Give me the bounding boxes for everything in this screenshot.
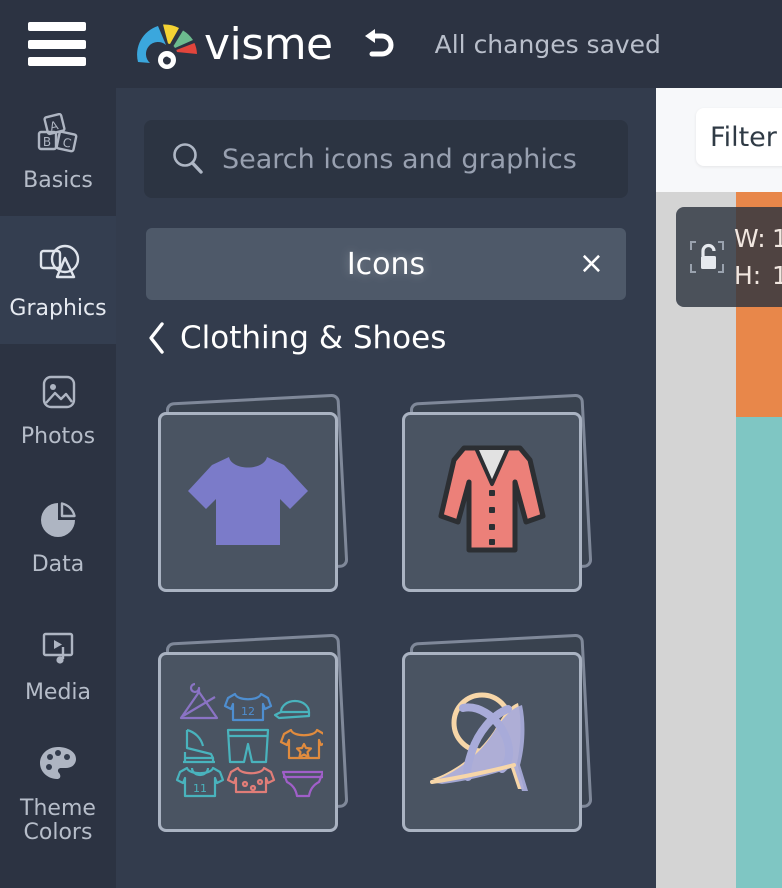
card-front-sheet: [158, 412, 338, 592]
image-icon: [33, 367, 83, 417]
top-bar: visme All changes saved: [0, 0, 782, 88]
graphics-panel: Search icons and graphics Icons × Clothi…: [116, 88, 656, 888]
unlock-icon[interactable]: [690, 236, 724, 278]
close-icon[interactable]: ×: [579, 249, 604, 279]
filter-button[interactable]: Filter: [696, 108, 782, 166]
palette-icon: [33, 739, 83, 789]
ice-skate-icon: [183, 728, 215, 764]
card-front-sheet: [402, 652, 582, 832]
sidebar-label-graphics: Graphics: [9, 296, 107, 322]
breadcrumb[interactable]: Clothing & Shoes: [146, 316, 446, 360]
undo-icon[interactable]: [357, 22, 401, 66]
t-shirt-icon: [188, 457, 308, 545]
visme-editor-window: visme All changes saved A B C Basics Gra…: [0, 0, 782, 888]
onesie-icon: [226, 766, 276, 794]
speedometer-fan-icon: [137, 24, 197, 69]
chevron-left-icon[interactable]: [146, 321, 168, 355]
pie-chart-icon: [33, 495, 83, 545]
svg-text:A: A: [48, 118, 60, 134]
filter-button-label: Filter: [710, 121, 777, 153]
sidebar-item-basics[interactable]: A B C Basics: [0, 88, 116, 216]
sidebar-item-media[interactable]: Media: [0, 600, 116, 728]
svg-text:B: B: [43, 135, 51, 149]
height-field[interactable]: H: 1: [734, 261, 782, 290]
high-heel-shoe-icon: [430, 692, 528, 791]
cap-icon: [273, 699, 311, 720]
visme-logo-mark: [136, 18, 202, 70]
width-value: 1: [772, 224, 782, 253]
abc-blocks-icon: A B C: [33, 111, 83, 161]
sidebar-label-data: Data: [31, 552, 85, 578]
jersey-star-icon: [279, 728, 323, 760]
svg-text:12: 12: [241, 705, 255, 718]
search-input[interactable]: Search icons and graphics: [144, 120, 628, 198]
search-placeholder-text: Search icons and graphics: [222, 143, 577, 175]
hamburger-bar: [28, 57, 86, 66]
hamburger-icon[interactable]: [28, 22, 88, 66]
svg-text:11: 11: [193, 782, 207, 795]
card-front-sheet: [402, 412, 582, 592]
sidebar-item-photos[interactable]: Photos: [0, 344, 116, 472]
category-filter-pill-icons[interactable]: Icons ×: [146, 228, 626, 300]
sidebar-label-photos: Photos: [20, 424, 96, 450]
card-front-sheet: 12 11: [158, 652, 338, 832]
canvas-toolbar-strip: Filter: [656, 88, 782, 192]
left-sidebar: A B C Basics Graphics Photos Data Media …: [0, 88, 116, 888]
sidebar-item-data[interactable]: Data: [0, 472, 116, 600]
shapes-icon: [33, 239, 83, 289]
media-play-icon: [33, 623, 83, 673]
sidebar-label-media: Media: [24, 680, 92, 706]
height-value: 1: [772, 261, 782, 290]
cardigan-jacket-icon: [438, 445, 546, 553]
hanger-icon: [179, 682, 219, 720]
visme-logo[interactable]: visme: [136, 18, 333, 70]
sidebar-label-basics: Basics: [23, 168, 93, 194]
clothing-icon-set: 12 11: [175, 682, 323, 798]
size-tooltip: W: 1 H: 1: [676, 207, 782, 307]
width-label: W:: [734, 224, 766, 253]
size-fields: W: 1 H: 1: [734, 224, 782, 290]
canvas-shape-teal[interactable]: [736, 417, 782, 888]
undo-arrow-glyph: [364, 29, 394, 57]
sidebar-item-theme-colors[interactable]: Theme Colors: [0, 728, 116, 856]
icon-card-clothing-set[interactable]: 12 11: [144, 628, 388, 868]
save-status-text: All changes saved: [434, 29, 661, 59]
hamburger-bar: [28, 22, 86, 31]
shorts-icon: [226, 728, 270, 764]
icon-card-t-shirt[interactable]: [144, 388, 388, 628]
width-field[interactable]: W: 1: [734, 224, 782, 253]
icon-results-grid: 12 11: [144, 388, 644, 868]
height-label: H:: [734, 261, 762, 290]
sidebar-label-theme-colors: Theme Colors: [20, 795, 96, 845]
search-icon: [168, 139, 208, 179]
category-pill-label: Icons: [346, 246, 426, 282]
visme-wordmark: visme: [204, 18, 333, 70]
hamburger-bar: [28, 39, 86, 49]
icon-card-high-heel[interactable]: [388, 628, 632, 868]
breadcrumb-title: Clothing & Shoes: [180, 320, 447, 356]
underwear-icon: [281, 770, 323, 798]
canvas-area: Filter W: 1 H: 1: [656, 88, 782, 888]
icon-card-cardigan[interactable]: [388, 388, 632, 628]
svg-text:C: C: [61, 135, 72, 150]
sidebar-item-graphics[interactable]: Graphics: [0, 216, 116, 344]
